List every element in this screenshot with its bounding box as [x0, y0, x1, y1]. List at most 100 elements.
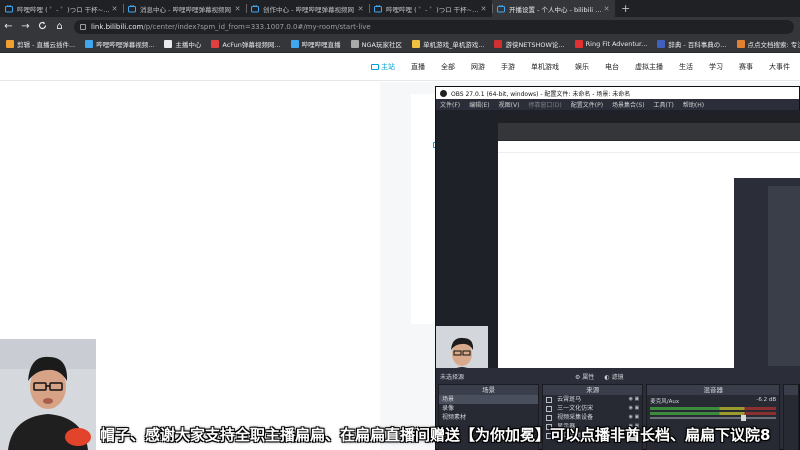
- bilibili-tv-icon: [251, 4, 259, 13]
- bookmark-favicon-icon: [736, 40, 745, 48]
- nav-item[interactable]: 直播: [411, 62, 425, 72]
- close-tab-icon[interactable]: ✕: [110, 5, 119, 13]
- browser-tab[interactable]: 创作中心 - 哔哩哔哩弹幕视频网 ✕: [246, 0, 369, 17]
- nav-item[interactable]: 全部: [441, 62, 455, 72]
- bookmark-label: 点点文档搜索: 专注...: [747, 41, 800, 49]
- nav-item[interactable]: 大事件: [769, 62, 790, 72]
- bookmark-label: NGA玩家社区: [361, 41, 402, 49]
- browser-tab[interactable]: 消息中心 - 哔哩哔哩弹幕视频网 ✕: [123, 0, 246, 17]
- bookmark[interactable]: 哔哩哔哩弹幕视频...: [85, 39, 154, 49]
- address-bar[interactable]: link.bilibili.com/p/center/index?spm_id_…: [74, 19, 794, 34]
- home-button[interactable]: ⌂: [51, 21, 68, 32]
- source-item[interactable]: 三一文化仿宋 ◉ ▣: [543, 404, 642, 413]
- scene-item[interactable]: 录像: [439, 404, 538, 413]
- tab-title: 哔哩哔哩 ( ゜- ゜)つロ 干杯~-bili: [17, 5, 110, 14]
- source-type-icon: [546, 396, 553, 403]
- menu-tools[interactable]: 工具(T): [654, 100, 674, 109]
- mixer-channel: 麦克风/Aux -6.2 dB: [647, 395, 779, 405]
- nav-item[interactable]: 网游: [471, 62, 485, 72]
- url-host: link.bilibili.com: [91, 22, 144, 31]
- menu-file[interactable]: 文件(F): [440, 100, 460, 109]
- nested-tab-strip: [498, 114, 800, 123]
- menu-profile[interactable]: 配置文件(P): [571, 100, 603, 109]
- close-tab-icon[interactable]: ✕: [233, 5, 242, 13]
- bookmark-favicon-icon: [350, 40, 359, 48]
- menu-edit[interactable]: 编辑(E): [469, 100, 489, 109]
- bookmark[interactable]: AcFun弹幕视频网...: [211, 39, 281, 49]
- mixer-level-db: -6.2 dB: [756, 397, 777, 403]
- nav-item[interactable]: 虚拟主播: [635, 62, 663, 72]
- browser-tab[interactable]: 哔哩哔哩 ( ゜- ゜)つロ 干杯~-bili ✕: [369, 0, 492, 17]
- nav-item-main-site[interactable]: 主站: [371, 62, 395, 72]
- bilibili-tv-icon: [374, 4, 382, 13]
- nested-nav: [498, 141, 800, 153]
- bookmark[interactable]: 剪辑 - 直播云插件...: [6, 39, 75, 49]
- bookmark-favicon-icon: [211, 40, 220, 48]
- nav-item[interactable]: 娱乐: [575, 62, 589, 72]
- nav-item[interactable]: 赛事: [739, 62, 753, 72]
- close-tab-icon[interactable]: ✕: [479, 5, 488, 13]
- obs-preview[interactable]: [436, 110, 800, 368]
- person-image: [0, 339, 96, 450]
- scene-item[interactable]: 场景: [439, 395, 539, 404]
- source-label: 三一文化仿宋: [557, 405, 594, 412]
- bookmark-label: 哔哩哔哩弹幕视频...: [96, 41, 155, 49]
- volume-meter: [650, 407, 777, 410]
- scene-item[interactable]: 视频素材: [439, 413, 538, 422]
- person-image: [436, 326, 488, 368]
- bookmark-favicon-icon: [657, 40, 666, 48]
- menu-view[interactable]: 视图(V): [499, 100, 520, 109]
- volume-slider[interactable]: [650, 415, 777, 421]
- reload-button[interactable]: [34, 21, 51, 33]
- forward-button[interactable]: →: [17, 21, 34, 32]
- lock-icon: [80, 23, 86, 30]
- filters-button[interactable]: ◐ 滤镜: [604, 372, 623, 381]
- new-tab-button[interactable]: +: [615, 0, 636, 17]
- source-label: 云霄斑马: [557, 396, 582, 403]
- bookmark[interactable]: 主播中心: [164, 39, 201, 49]
- menu-docks[interactable]: 停靠窗口(D): [528, 100, 561, 109]
- bookmark-label: 辞典 - 百科事典の...: [668, 41, 727, 49]
- bookmark-favicon-icon: [6, 40, 14, 48]
- bilibili-top-nav: 主站 直播 全部 网游 手游 单机游戏 娱乐 电台 虚拟主播 生活 学习 赛事 …: [0, 53, 800, 81]
- bookmark[interactable]: 辞典 - 百科事典の...: [657, 39, 727, 49]
- bookmark[interactable]: 游侠NETSHOW论...: [494, 39, 565, 49]
- nested-obs-preview: [768, 186, 800, 366]
- bookmark[interactable]: 哔哩哔哩直播: [290, 39, 341, 49]
- nav-item[interactable]: 生活: [679, 62, 693, 72]
- nav-item[interactable]: 学习: [709, 62, 723, 72]
- bookmark[interactable]: 点点文档搜索: 专注...: [736, 39, 800, 49]
- reload-icon: [38, 21, 47, 29]
- nested-screen-capture: [498, 114, 800, 368]
- bookmark-label: 游侠NETSHOW论...: [505, 41, 565, 49]
- obs-title-bar: OBS 27.0.1 (64-bit, windows) - 配置文件: 未命名…: [436, 87, 799, 99]
- browser-tab-active[interactable]: 开播设置 - 个人中心 - bilibili link ✕: [492, 0, 615, 17]
- close-tab-icon[interactable]: ✕: [356, 5, 365, 13]
- back-button[interactable]: ←: [0, 21, 17, 32]
- visibility-icon[interactable]: ◉ ▣: [629, 404, 640, 413]
- visibility-icon[interactable]: ◉ ▣: [629, 413, 640, 422]
- bookmark[interactable]: Ring Fit Adventur...: [574, 40, 648, 48]
- source-item[interactable]: 云霄斑马 ◉ ▣: [543, 395, 642, 404]
- close-tab-icon[interactable]: ✕: [602, 5, 611, 13]
- volume-slider-handle[interactable]: [740, 415, 746, 421]
- bilibili-tv-icon: [371, 63, 379, 70]
- bookmark-label: AcFun弹幕视频网...: [222, 41, 281, 49]
- preview-webcam: [436, 326, 488, 368]
- nav-item[interactable]: 单机游戏: [531, 62, 559, 72]
- properties-label: 属性: [582, 373, 595, 381]
- nav-item[interactable]: 手游: [501, 62, 515, 72]
- browser-toolbar: ← → ⌂ link.bilibili.com/p/center/index?s…: [0, 17, 800, 36]
- source-item[interactable]: 视频采集设备 ◉ ▣: [543, 413, 642, 422]
- browser-tab[interactable]: 哔哩哔哩 ( ゜- ゜)つロ 干杯~-bili ✕: [0, 0, 123, 17]
- visibility-icon[interactable]: ◉ ▣: [629, 395, 640, 404]
- bookmark[interactable]: 单机游戏_单机游戏...: [411, 39, 484, 49]
- bookmark[interactable]: NGA玩家社区: [350, 39, 402, 49]
- properties-button[interactable]: ⚙ 属性: [575, 372, 594, 381]
- source-label: 视频采集设备: [557, 414, 594, 421]
- danmaku-comment: 帽子、感谢大家支持全职主播扁扁、在扁扁直播间赠送【为你加冕】可以点播非酋长档、扁…: [100, 426, 771, 444]
- menu-scene-collection[interactable]: 场景集合(S): [612, 100, 645, 109]
- bookmark-label: Ring Fit Adventur...: [585, 40, 648, 48]
- menu-help[interactable]: 帮助(H): [683, 100, 704, 109]
- nav-item[interactable]: 电台: [605, 62, 619, 72]
